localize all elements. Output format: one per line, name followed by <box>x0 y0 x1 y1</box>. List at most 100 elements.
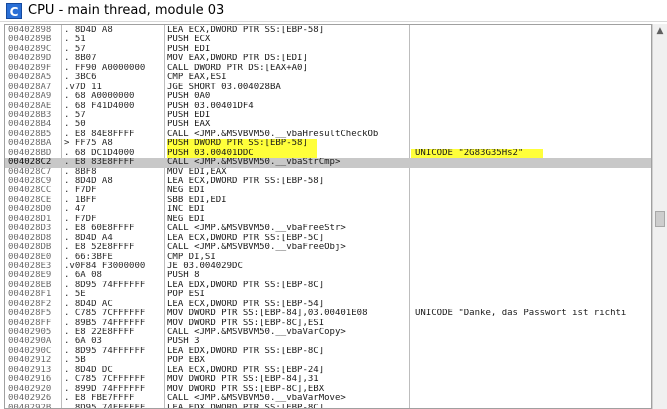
disassembly-row[interactable]: 004028E3 .v0F84 F3000000 JE 03.004029DC <box>5 262 651 271</box>
disassembly-row[interactable]: 004028E9 . 6A 08 PUSH 8 <box>5 271 651 280</box>
instruction-cell: POP EBX <box>167 356 205 366</box>
hex-dump-cell: . 51 <box>64 35 86 45</box>
vertical-scrollbar[interactable]: ▲ <box>652 24 667 409</box>
disassembly-row[interactable]: 00402920 . 899D 74FFFFFF MOV DWORD PTR SS:… <box>5 385 651 394</box>
disassembly-row[interactable]: 00402898 . 8D4D A8 LEA ECX,DWORD PTR SS:[E… <box>5 26 651 35</box>
hex-dump-cell: . E8 84E8FFFF <box>64 129 135 139</box>
hex-dump-cell: . 57 <box>64 110 86 120</box>
address-cell: 004028E0 <box>8 252 52 262</box>
disassembly-row[interactable]: 0040289B . 51 PUSH ECX <box>5 35 651 44</box>
disassembly-row[interactable]: 00402913 . 8D4D DC LEA ECX,DWORD PTR SS:[E… <box>5 366 651 375</box>
disassembly-row[interactable]: 004028D1 . F7DF NEG EDI <box>5 215 651 224</box>
hex-dump-cell: . E8 83E8FFFF <box>64 158 135 168</box>
disassembly-row[interactable]: 004028A5 . 3BC6 CMP EAX,ESI <box>5 73 651 82</box>
hex-dump-cell: . FF90 A0000000 <box>64 63 146 73</box>
address-cell: 004028A5 <box>8 73 52 83</box>
disassembly-row[interactable]: 004028F1 . 5E POP ESI <box>5 290 651 299</box>
scroll-thumb[interactable] <box>655 211 665 227</box>
disassembly-row[interactable]: 004028BD . 68 DC1D4000 PUSH 03.00401DDC UNI… <box>5 148 651 159</box>
disassembly-row[interactable]: 00402905 . E8 22E8FFFF CALL <JMP.&MSVBVM50… <box>5 328 651 337</box>
disassembly-row[interactable]: 004028CC . F7DF NEG EDI <box>5 186 651 195</box>
disassembly-row[interactable]: 004028A9 . 68 A0000000 PUSH 0A0 <box>5 92 651 101</box>
instruction-cell: MOV DWORD PTR SS:[EBP-8C],EBX <box>167 384 325 394</box>
disassembly-row[interactable]: 004028A7 .v7D 11 JGE SHORT 03.004028BA <box>5 83 651 92</box>
address-cell: 004028F1 <box>8 290 52 300</box>
address-cell: 004028F5 <box>8 309 52 319</box>
address-cell: 00402913 <box>8 365 52 375</box>
instruction-cell: CALL <JMP.&MSVBVM50.__vbaVarMove> <box>167 394 346 404</box>
disassembly-row[interactable]: 004028EB . 8D95 74FFFFFF LEA EDX,DWORD PTR… <box>5 281 651 290</box>
disassembly-row[interactable]: 0040289D . 8B07 MOV EAX,DWORD PTR DS:[EDI] <box>5 54 651 63</box>
disassembly-row[interactable]: 004028F5 . C785 7CFFFFFF MOV DWORD PTR SS:… <box>5 309 651 318</box>
hex-dump-cell: .v0F84 F3000000 <box>64 261 146 271</box>
scroll-up-arrow-icon[interactable]: ▲ <box>653 24 667 38</box>
instruction-cell: CALL <JMP.&MSVBVM50.__vbaFreeObj> <box>167 243 346 253</box>
address-cell: 00402920 <box>8 384 52 394</box>
disassembly-row[interactable]: 004028B5 . E8 84E8FFFF CALL <JMP.&MSVBVM50… <box>5 130 651 139</box>
disassembly-row[interactable]: 004028CE . 1BFF SBB EDI,EDI <box>5 196 651 205</box>
hex-dump-cell: . 8D4D A8 <box>64 177 113 186</box>
address-cell: 004028BA <box>8 139 52 149</box>
address-cell: 00402916 <box>8 375 52 385</box>
instruction-cell: JE 03.004029DC <box>167 261 243 271</box>
disassembly-row[interactable]: 004028AE . 68 F41D4000 PUSH 03.00401DF4 <box>5 102 651 111</box>
disassembly-row[interactable]: 004028F2 . 8D4D AC LEA ECX,DWORD PTR SS:[E… <box>5 300 651 309</box>
disassembly-row[interactable]: 004028E0 . 66:3BFE CMP DI,SI <box>5 253 651 262</box>
hex-dump-cell: . 8D95 74FFFFFF <box>64 280 146 290</box>
hex-dump-cell: > FF75 A8 <box>64 139 113 149</box>
disassembly-row[interactable]: 004028B4 . 50 PUSH EAX <box>5 120 651 129</box>
address-cell: 004028EB <box>8 280 52 290</box>
address-cell: 004028AE <box>8 101 52 111</box>
disassembly-row[interactable]: 0040290A . 6A 03 PUSH 3 <box>5 337 651 346</box>
disassembly-row[interactable]: 004028B3 . 57 PUSH EDI <box>5 111 651 120</box>
address-cell: 004028E9 <box>8 271 52 281</box>
disassembly-row[interactable]: 00402926 . E8 FBE7FFFF CALL <JMP.&MSVBVM50… <box>5 394 651 403</box>
disassembly-row[interactable]: 004028C7 . 8BF8 MOV EDI,EAX <box>5 168 651 177</box>
disassembly-row[interactable]: 004028D8 . 8D4D A4 LEA ECX,DWORD PTR SS:[E… <box>5 234 651 243</box>
address-cell: 0040290C <box>8 346 52 356</box>
disassembly-row[interactable]: 004028BA > FF75 A8 PUSH DWORD PTR SS:[EBP-… <box>5 139 651 149</box>
instruction-cell: INC EDI <box>167 205 205 215</box>
address-cell: 004028E3 <box>8 261 52 271</box>
address-cell: 004028D3 <box>8 224 52 234</box>
hex-dump-cell: . C785 7CFFFFFF <box>64 375 146 385</box>
disassembly-row[interactable]: 004028D3 . E8 60E8FFFF CALL <JMP.&MSVBVM50… <box>5 224 651 233</box>
hex-dump-cell: . 8D4D A8 <box>64 26 113 35</box>
instruction-cell: MOV DWORD PTR SS:[EBP-8C],ESI <box>167 318 325 328</box>
disassembly-row[interactable]: 00402916 . C785 7CFFFFFF MOV DWORD PTR SS:… <box>5 375 651 384</box>
address-cell: 0040289B <box>8 35 52 45</box>
hex-dump-cell: . 47 <box>64 205 86 215</box>
comment-cell: UNICODE "2G83G35Hs2" <box>415 148 524 158</box>
disassembly-row[interactable]: 0040292B . 8D95 74FFFFFF LEA EDX,DWORD PTR… <box>5 404 651 409</box>
address-cell: 004028FF <box>8 318 52 328</box>
address-cell: 004028F2 <box>8 299 52 309</box>
address-cell: 00402912 <box>8 356 52 366</box>
disassembly-row[interactable]: 004028D0 . 47 INC EDI <box>5 205 651 214</box>
instruction-cell: MOV EDI,EAX <box>167 167 227 177</box>
disassembly-row[interactable]: 0040290C . 8D95 74FFFFFF LEA EDX,DWORD PTR… <box>5 347 651 356</box>
instruction-cell: PUSH EAX <box>167 120 211 130</box>
address-cell: 004028A9 <box>8 92 52 102</box>
hex-dump-cell: . 8BF8 <box>64 167 97 177</box>
disassembly-row[interactable]: 004028C9 . 8D4D A8 LEA ECX,DWORD PTR SS:[E… <box>5 177 651 186</box>
instruction-cell: NEG EDI <box>167 186 205 196</box>
instruction-cell: NEG EDI <box>167 214 205 224</box>
address-cell: 004028D8 <box>8 233 52 243</box>
hex-dump-cell: . 68 A0000000 <box>64 92 135 102</box>
instruction-cell: LEA EDX,DWORD PTR SS:[EBP-8C] <box>167 403 325 409</box>
address-cell: 004028D0 <box>8 205 52 215</box>
disassembly-row[interactable]: 004028FF . 89B5 74FFFFFF MOV DWORD PTR SS:… <box>5 319 651 328</box>
instruction-cell: PUSH ECX <box>167 35 211 45</box>
disassembly-row[interactable]: 0040289C . 57 PUSH EDI <box>5 45 651 54</box>
disassembly-row[interactable]: 0040289F . FF90 A0000000 CALL DWORD PTR DS… <box>5 64 651 73</box>
hex-dump-cell: . 6A 03 <box>64 337 102 347</box>
selected-disassembly-row[interactable]: 004028C2 . E8 83E8FFFF CALL <JMP.&MSVBVM50… <box>5 158 651 168</box>
address-cell: 004028A7 <box>8 82 52 92</box>
disassembly-row[interactable]: 004028DB . E8 52E8FFFF CALL <JMP.&MSVBVM50… <box>5 243 651 252</box>
disassembly-row[interactable]: 00402912 . 5B POP EBX <box>5 356 651 365</box>
instruction-cell: LEA ECX,DWORD PTR SS:[EBP-5C] <box>167 233 325 243</box>
disassembly-pane[interactable]: 00402898 . 8D4D A8 LEA ECX,DWORD PTR SS:[E… <box>4 24 652 409</box>
address-cell: 0040289C <box>8 44 52 54</box>
hex-dump-cell: .v7D 11 <box>64 82 102 92</box>
instruction-cell: JGE SHORT 03.004028BA <box>167 82 281 92</box>
